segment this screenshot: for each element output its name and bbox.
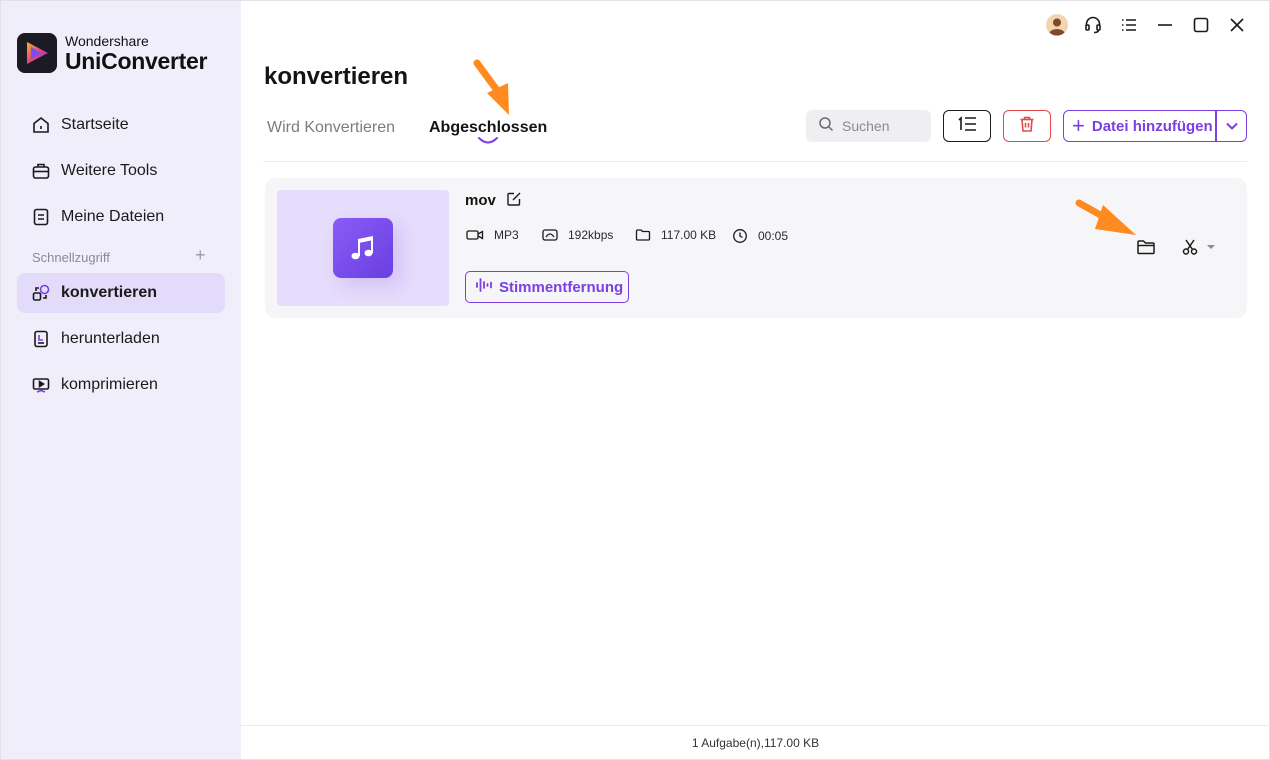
files-icon	[31, 207, 51, 227]
sidebar-item-label: Weitere Tools	[61, 162, 158, 179]
status-bar: 1 Aufgabe(n),117.00 KB	[241, 725, 1270, 760]
voice-removal-button[interactable]: Stimmentfernung	[465, 271, 629, 303]
delete-all-button[interactable]	[1003, 110, 1051, 142]
sidebar-item-startseite[interactable]: Startseite	[17, 105, 225, 145]
search-icon	[818, 116, 834, 137]
annotation-arrow-icon	[473, 59, 509, 115]
support-headset-icon[interactable]	[1075, 13, 1111, 37]
brand-product: UniConverter	[65, 47, 208, 74]
sidebar-item-label: herunterladen	[61, 330, 160, 347]
sidebar-item-label: Meine Dateien	[61, 208, 165, 225]
music-note-icon	[333, 218, 393, 278]
video-camera-icon	[466, 228, 484, 242]
file-bitrate: 192kbps	[568, 228, 614, 242]
sidebar-item-meine-dateien[interactable]: Meine Dateien	[17, 197, 225, 237]
plus-icon: +	[1072, 113, 1085, 138]
file-size: 117.00 KB	[661, 228, 717, 242]
sidebar-item-label: konvertieren	[61, 284, 158, 301]
file-format: MP3	[494, 228, 519, 242]
sidebar-item-konvertieren[interactable]: konvertieren	[17, 273, 225, 313]
window-controls	[1039, 13, 1255, 37]
chevron-down-icon	[1226, 122, 1238, 130]
folder-icon	[635, 228, 651, 242]
add-file-button[interactable]: + Datei hinzufügen	[1063, 110, 1247, 142]
edit-name-icon[interactable]	[506, 191, 522, 212]
sort-button[interactable]	[943, 110, 991, 142]
meta-size: 117.00 KB	[635, 228, 716, 242]
trash-icon	[1018, 115, 1036, 138]
voice-removal-label: Stimmentfernung	[499, 278, 624, 296]
toolbox-icon	[31, 161, 51, 181]
search-input[interactable]	[842, 118, 922, 134]
download-icon	[31, 329, 51, 349]
trim-button[interactable]	[1181, 238, 1217, 256]
uniconverter-logo-icon	[17, 33, 57, 73]
sound-wave-icon	[475, 276, 495, 298]
brand: Wondershare UniConverter	[17, 33, 207, 73]
bitrate-icon	[542, 228, 558, 242]
compress-icon	[31, 375, 51, 395]
home-icon	[31, 115, 51, 135]
active-tab-indicator	[478, 137, 498, 144]
add-file-label: Datei hinzufügen	[1091, 117, 1213, 135]
meta-bitrate: 192kbps	[542, 228, 613, 242]
maximize-icon[interactable]	[1183, 13, 1219, 37]
close-icon[interactable]	[1219, 13, 1255, 37]
sidebar: Wondershare UniConverter Startseite Weit…	[1, 1, 241, 759]
annotation-arrow-icon	[1075, 199, 1136, 235]
add-file-dropdown[interactable]	[1217, 111, 1247, 141]
sidebar-item-komprimieren[interactable]: komprimieren	[17, 365, 225, 405]
brand-company: Wondershare	[65, 32, 149, 49]
page-title: konvertieren	[264, 63, 409, 90]
app-window: Wondershare UniConverter Startseite Weit…	[0, 0, 1270, 760]
header-divider	[263, 161, 1247, 162]
open-folder-button[interactable]	[1136, 237, 1156, 262]
add-quick-access-button[interactable]: +	[195, 246, 206, 264]
sidebar-item-weitere-tools[interactable]: Weitere Tools	[17, 151, 225, 191]
sort-list-icon	[956, 115, 978, 138]
meta-format: MP3	[466, 228, 519, 242]
menu-icon[interactable]	[1111, 13, 1147, 37]
file-name: mov	[465, 192, 496, 209]
caret-down-icon	[1207, 245, 1215, 249]
section-label-schnellzugriff: Schnellzugriff	[32, 250, 110, 265]
status-text: 1 Aufgabe(n),117.00 KB	[691, 736, 820, 750]
sidebar-item-label: komprimieren	[61, 376, 158, 393]
file-duration: 00:05	[758, 229, 789, 243]
file-thumbnail[interactable]	[277, 190, 449, 306]
avatar[interactable]	[1039, 13, 1075, 37]
tab-wird-konvertieren[interactable]: Wird Konvertieren	[267, 119, 395, 137]
meta-duration: 00:05	[732, 228, 788, 244]
scissors-icon	[1182, 239, 1198, 255]
minimize-icon[interactable]	[1147, 13, 1183, 37]
search-box[interactable]	[806, 110, 931, 142]
sidebar-item-label: Startseite	[61, 116, 129, 133]
open-folder-icon	[1137, 240, 1155, 255]
convert-icon	[31, 283, 51, 303]
clock-icon	[732, 228, 748, 244]
sidebar-item-herunterladen[interactable]: herunterladen	[17, 319, 225, 359]
